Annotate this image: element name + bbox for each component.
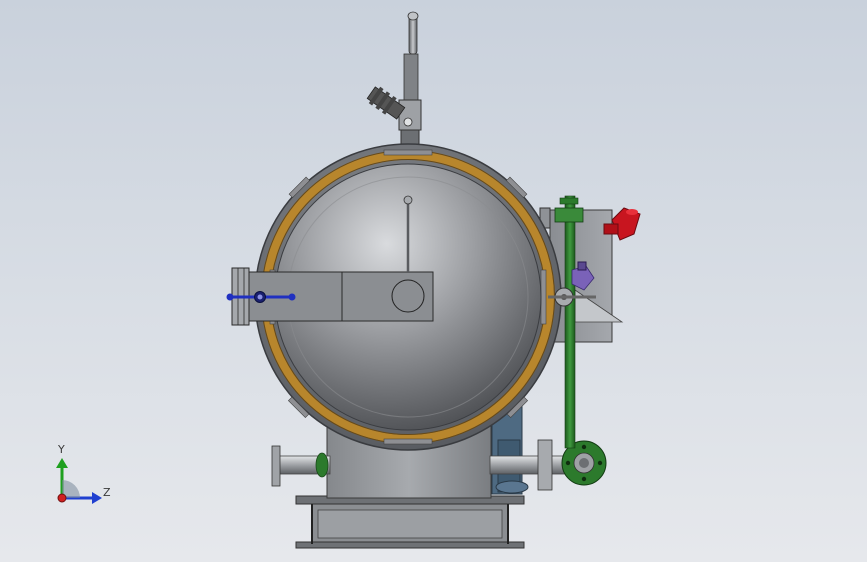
triad-z-label: Z xyxy=(103,486,111,499)
inlet-pipe-left[interactable] xyxy=(271,445,331,487)
cad-viewport[interactable]: Y Z xyxy=(0,0,867,562)
top-valve-assembly[interactable] xyxy=(366,11,422,145)
base-frame[interactable] xyxy=(295,495,525,549)
triad-y-label: Y xyxy=(58,443,65,456)
autoclave-model[interactable] xyxy=(0,0,867,562)
coordinate-triad xyxy=(56,458,102,504)
